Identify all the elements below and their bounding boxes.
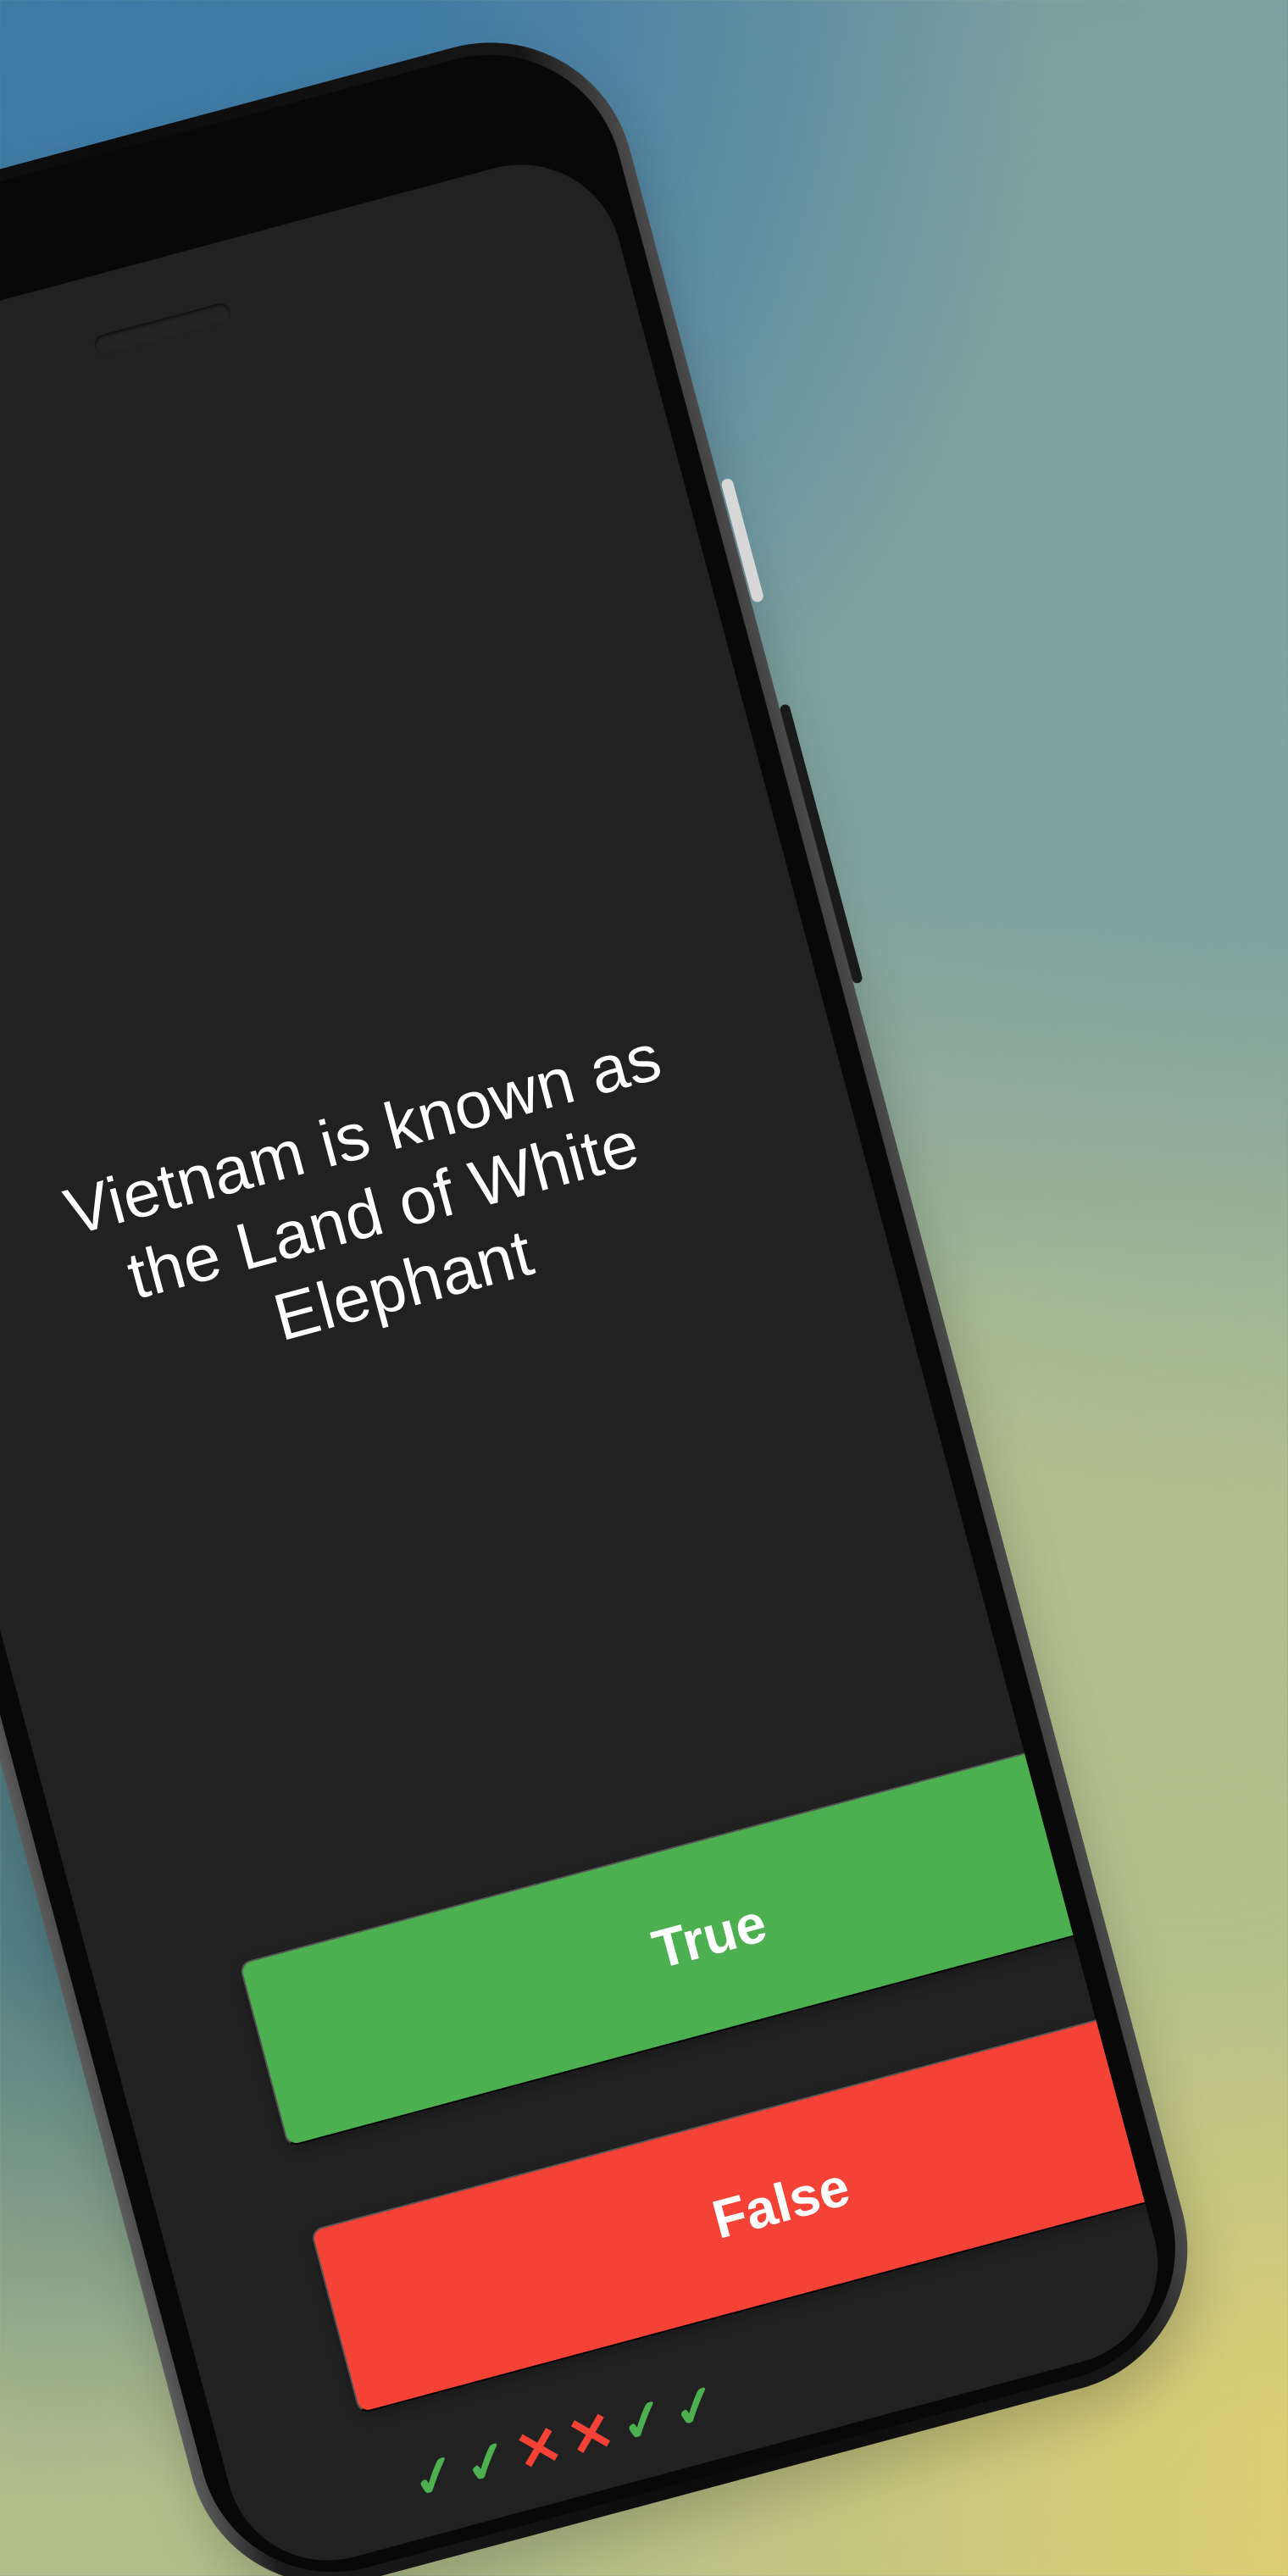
check-icon: ✓	[613, 2384, 674, 2457]
phone-frame: Vietnam is known as the Land of White El…	[0, 10, 1220, 2576]
check-icon: ✓	[404, 2440, 465, 2512]
check-icon: ✓	[457, 2427, 517, 2498]
check-icon: ✓	[665, 2371, 725, 2442]
cross-icon: ✕	[508, 2412, 569, 2484]
phone-side-button	[720, 477, 765, 603]
question-text: Vietnam is known as the Land of White El…	[57, 1019, 669, 1356]
cross-icon: ✕	[561, 2399, 621, 2470]
speaker-grille-icon	[92, 301, 233, 358]
app-screen: Vietnam is known as the Land of White El…	[0, 142, 1181, 2576]
score-tracker: ✓ ✓ ✕ ✕ ✓ ✓	[404, 2371, 725, 2512]
